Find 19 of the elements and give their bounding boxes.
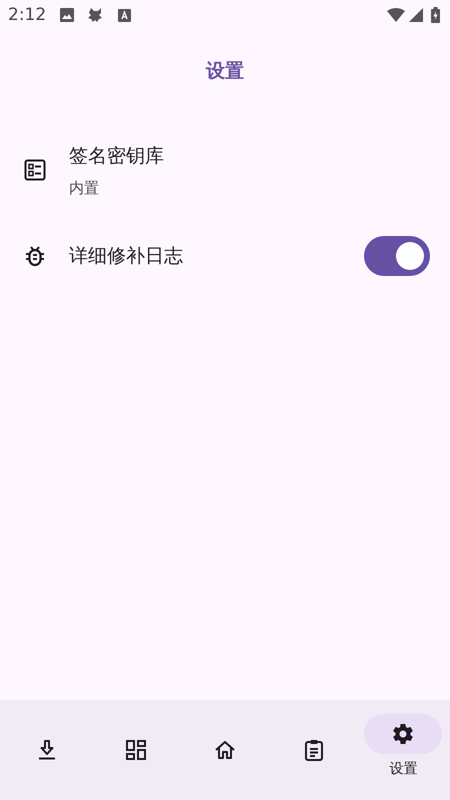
wifi-icon [387, 8, 405, 22]
home-icon [213, 738, 237, 762]
signal-icon [409, 8, 423, 22]
setting-title: 详细修补日志 [69, 244, 184, 269]
font-icon [118, 8, 132, 22]
list-card-icon [23, 158, 47, 182]
nav-tab[interactable] [124, 738, 148, 762]
dashboard-icon [124, 738, 148, 762]
nav-label: 设置 [389, 760, 418, 778]
settings-icon [391, 722, 416, 746]
nav-tab[interactable] [213, 738, 237, 762]
setting-title: 签名密钥库 [69, 144, 165, 168]
clock: 2:12 [8, 5, 46, 25]
page-title: 设置 [204, 59, 245, 84]
nav-tab[interactable] [364, 714, 442, 754]
battery-icon [431, 7, 440, 23]
toggle-switch[interactable] [364, 236, 430, 276]
setting-value: 内置 [69, 178, 100, 198]
image-icon [60, 8, 74, 22]
